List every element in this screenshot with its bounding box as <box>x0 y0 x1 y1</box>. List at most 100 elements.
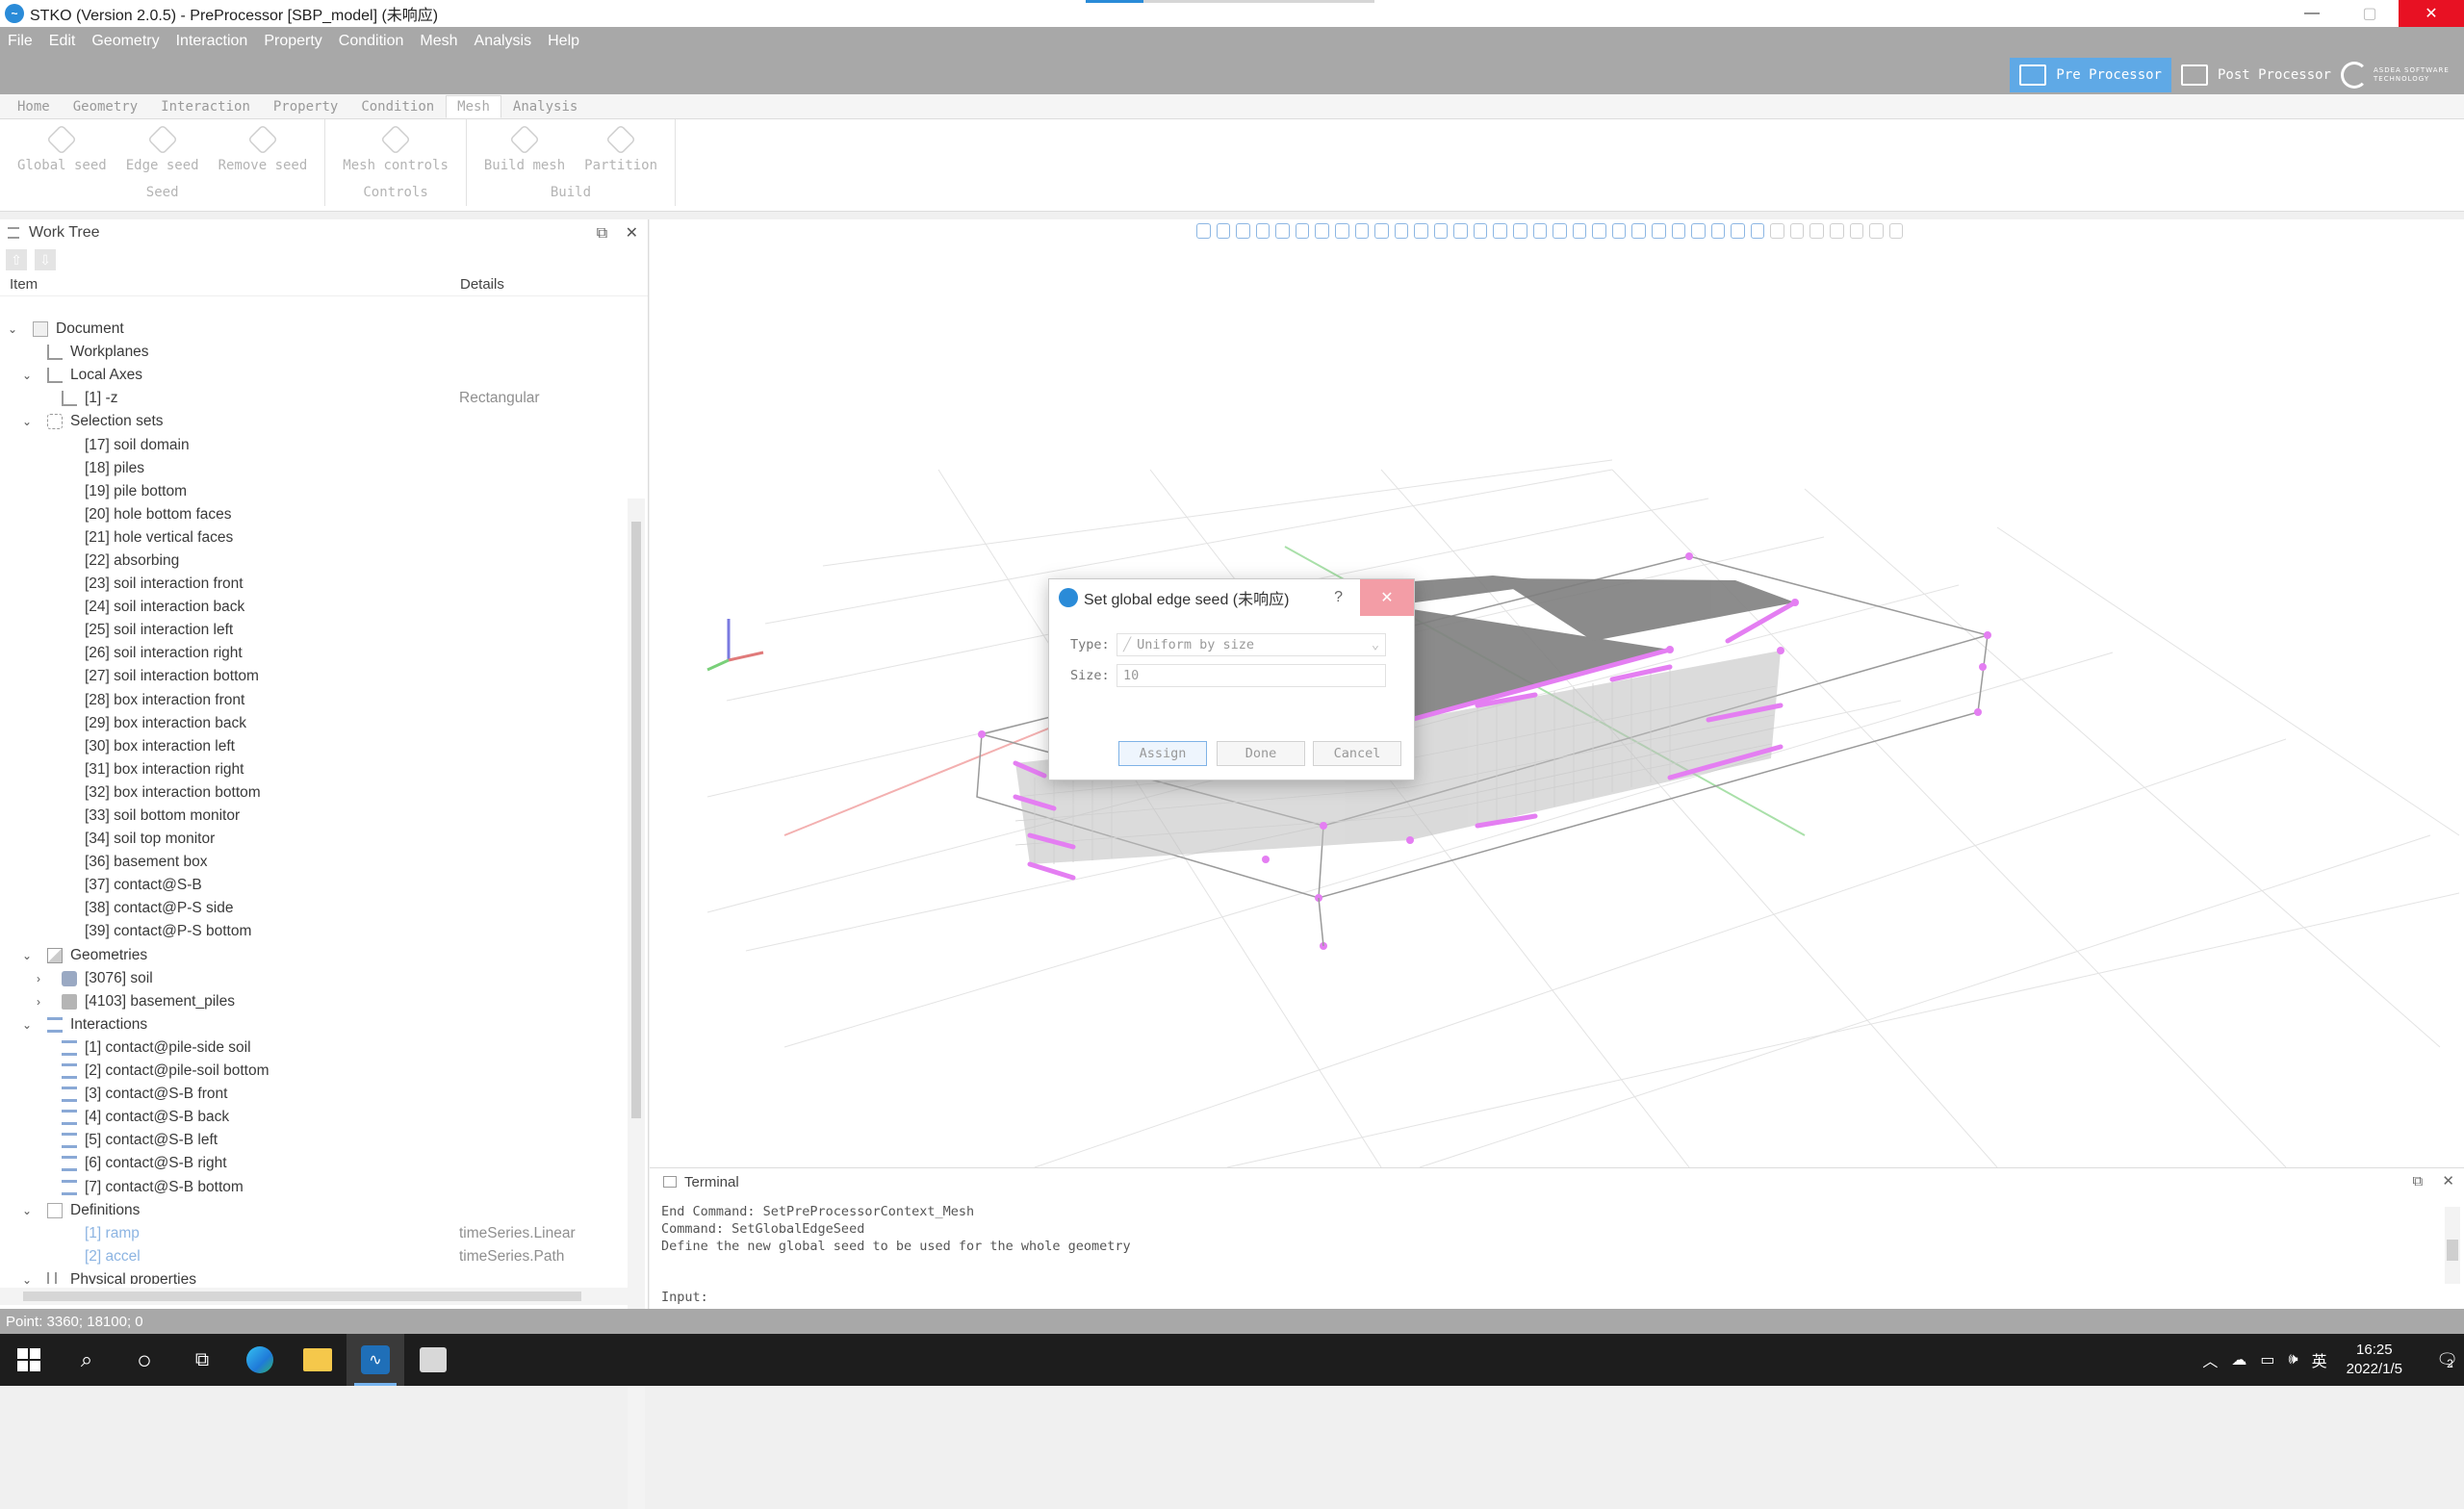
search-button[interactable]: ⌕ <box>58 1334 116 1386</box>
volume-icon[interactable]: 🕪 <box>2289 1351 2298 1368</box>
menu-interaction[interactable]: Interaction <box>176 33 248 50</box>
edge-seed-button[interactable]: Edge seed <box>126 124 199 185</box>
model-scene[interactable] <box>650 219 2464 1167</box>
tree-item[interactable]: [18] piles <box>0 457 626 480</box>
tree-item[interactable]: [19] pile bottom <box>0 480 626 503</box>
terminal-input[interactable]: Input: <box>661 1290 708 1305</box>
done-button[interactable]: Done <box>1217 741 1305 766</box>
size-input[interactable]: 10 <box>1116 664 1386 687</box>
expand-arrow-icon[interactable]: › <box>37 995 48 1009</box>
tree-item[interactable]: ⌄ Interactions <box>0 1013 626 1036</box>
tree-item[interactable]: [4] contact@S-B back <box>0 1106 626 1129</box>
collapse-arrow-icon[interactable]: ⌄ <box>22 1018 34 1032</box>
tree-item[interactable]: ⌄ Definitions <box>0 1199 626 1222</box>
collapse-arrow-icon[interactable]: ⌄ <box>22 949 34 962</box>
remove-seed-button[interactable]: Remove seed <box>218 124 307 185</box>
collapse-arrow-icon[interactable]: ⌄ <box>22 1273 34 1284</box>
tree-item[interactable]: [20] hole bottom faces <box>0 503 626 526</box>
tree-item[interactable]: [27] soil interaction bottom <box>0 665 626 688</box>
tree-item[interactable]: [36] basement box <box>0 851 626 874</box>
menu-help[interactable]: Help <box>548 33 579 50</box>
cloud-icon[interactable]: ☁ <box>2231 1350 2246 1369</box>
task-view-button[interactable]: ⧉ <box>173 1334 231 1386</box>
tree-item[interactable]: ⌄ Local Axes <box>0 364 626 387</box>
tree-item[interactable]: ⌄ Physical properties <box>0 1268 626 1284</box>
tree-item[interactable]: [24] soil interaction back <box>0 596 626 619</box>
edge-taskbar-button[interactable] <box>231 1334 289 1386</box>
close-panel-button[interactable]: ✕ <box>626 225 638 242</box>
clock[interactable]: 16:25 2022/1/5 <box>2347 1341 2402 1379</box>
collapse-arrow-icon[interactable]: ⌄ <box>22 415 34 428</box>
stko-taskbar-button[interactable]: ∿ <box>346 1334 404 1386</box>
tab-condition[interactable]: Condition <box>349 95 446 118</box>
terminal-close-button[interactable]: ✕ <box>2442 1173 2454 1189</box>
tree-item[interactable]: ⌄ Document <box>0 318 626 341</box>
tree-item[interactable]: [34] soil top monitor <box>0 828 626 851</box>
tree-item[interactable]: › [4103] basement_piles <box>0 990 626 1013</box>
tab-home[interactable]: Home <box>6 95 62 118</box>
tree-item[interactable]: [7] contact@S-B bottom <box>0 1175 626 1198</box>
global-seed-button[interactable]: Global seed <box>17 124 107 185</box>
post-processor-button[interactable]: Post Processor <box>2171 58 2341 92</box>
tree-item[interactable]: [31] box interaction right <box>0 758 626 781</box>
menu-analysis[interactable]: Analysis <box>475 33 532 50</box>
file-explorer-button[interactable] <box>289 1334 346 1386</box>
float-panel-button[interactable]: ⧉ <box>597 225 607 242</box>
tree-item[interactable]: [17] soil domain <box>0 433 626 456</box>
tree-item[interactable]: [37] contact@S-B <box>0 874 626 897</box>
menu-edit[interactable]: Edit <box>49 33 76 50</box>
build-mesh-button[interactable]: Build mesh <box>484 124 565 185</box>
minimize-button[interactable]: — <box>2283 0 2341 27</box>
close-window-button[interactable]: ✕ <box>2399 0 2464 27</box>
menu-geometry[interactable]: Geometry <box>91 33 159 50</box>
collapse-arrow-icon[interactable]: ⌄ <box>22 369 34 382</box>
menu-property[interactable]: Property <box>264 33 321 50</box>
dialog-title-bar[interactable]: Set global edge seed (未响应) ? ✕ <box>1049 579 1414 616</box>
collapse-arrow-icon[interactable]: ⌄ <box>22 1204 34 1217</box>
terminal-float-button[interactable]: ⧉ <box>2413 1173 2424 1189</box>
collapse-arrow-icon[interactable]: ⌄ <box>8 322 19 336</box>
network-icon[interactable]: ▭ <box>2260 1350 2274 1369</box>
menu-file[interactable]: File <box>8 33 33 50</box>
cortana-button[interactable]: ○ <box>116 1334 173 1386</box>
tree-item[interactable]: [33] soil bottom monitor <box>0 805 626 828</box>
move-up-button[interactable]: ⇧ <box>6 249 27 270</box>
tree-item[interactable]: [38] contact@P-S side <box>0 897 626 920</box>
partition-button[interactable]: Partition <box>584 124 657 185</box>
tree-item[interactable]: [30] box interaction left <box>0 735 626 758</box>
cancel-button[interactable]: Cancel <box>1313 741 1401 766</box>
type-select[interactable]: ╱ Uniform by size ⌄ <box>1116 633 1386 656</box>
tab-mesh[interactable]: Mesh <box>446 95 501 118</box>
tree-horizontal-scrollbar[interactable] <box>0 1288 628 1305</box>
chevron-up-icon[interactable]: ︿ <box>2202 1348 2218 1371</box>
tab-geometry[interactable]: Geometry <box>62 95 149 118</box>
tab-interaction[interactable]: Interaction <box>149 95 262 118</box>
tab-property[interactable]: Property <box>262 95 349 118</box>
menu-condition[interactable]: Condition <box>339 33 404 50</box>
assign-button[interactable]: Assign <box>1118 741 1207 766</box>
tree-item[interactable]: [1] ramp timeSeries.Linear <box>0 1222 626 1245</box>
tree-item[interactable]: [26] soil interaction right <box>0 642 626 665</box>
tree-item[interactable]: [6] contact@S-B right <box>0 1152 626 1175</box>
start-button[interactable] <box>0 1334 58 1386</box>
tree-item[interactable]: [5] contact@S-B left <box>0 1129 626 1152</box>
tree-item[interactable]: [25] soil interaction left <box>0 619 626 642</box>
pre-processor-button[interactable]: Pre Processor <box>2010 58 2171 92</box>
expand-arrow-icon[interactable]: › <box>37 972 48 985</box>
tree-item[interactable]: [22] absorbing <box>0 550 626 573</box>
tree-item[interactable]: [3] contact@S-B front <box>0 1083 626 1106</box>
ime-indicator[interactable]: 英 <box>2312 1348 2327 1371</box>
menu-mesh[interactable]: Mesh <box>420 33 457 50</box>
tree-item[interactable]: Workplanes <box>0 341 626 364</box>
mesh-controls-button[interactable]: Mesh controls <box>343 124 449 185</box>
column-details[interactable]: Details <box>460 276 504 293</box>
tree-item[interactable]: ⌄ Selection sets <box>0 410 626 433</box>
tree-item[interactable]: [28] box interaction front <box>0 689 626 712</box>
terminal-scrollbar[interactable] <box>2445 1207 2460 1284</box>
tree-item[interactable]: › [3076] soil <box>0 967 626 990</box>
tree-item[interactable]: ⌄ Geometries <box>0 944 626 967</box>
tree-item[interactable]: [2] contact@pile-soil bottom <box>0 1060 626 1083</box>
tree-item[interactable]: [2] accel timeSeries.Path <box>0 1245 626 1268</box>
3d-viewport[interactable] <box>650 219 2464 1167</box>
notification-center-button[interactable]: 🗨 2 <box>2426 1334 2464 1386</box>
